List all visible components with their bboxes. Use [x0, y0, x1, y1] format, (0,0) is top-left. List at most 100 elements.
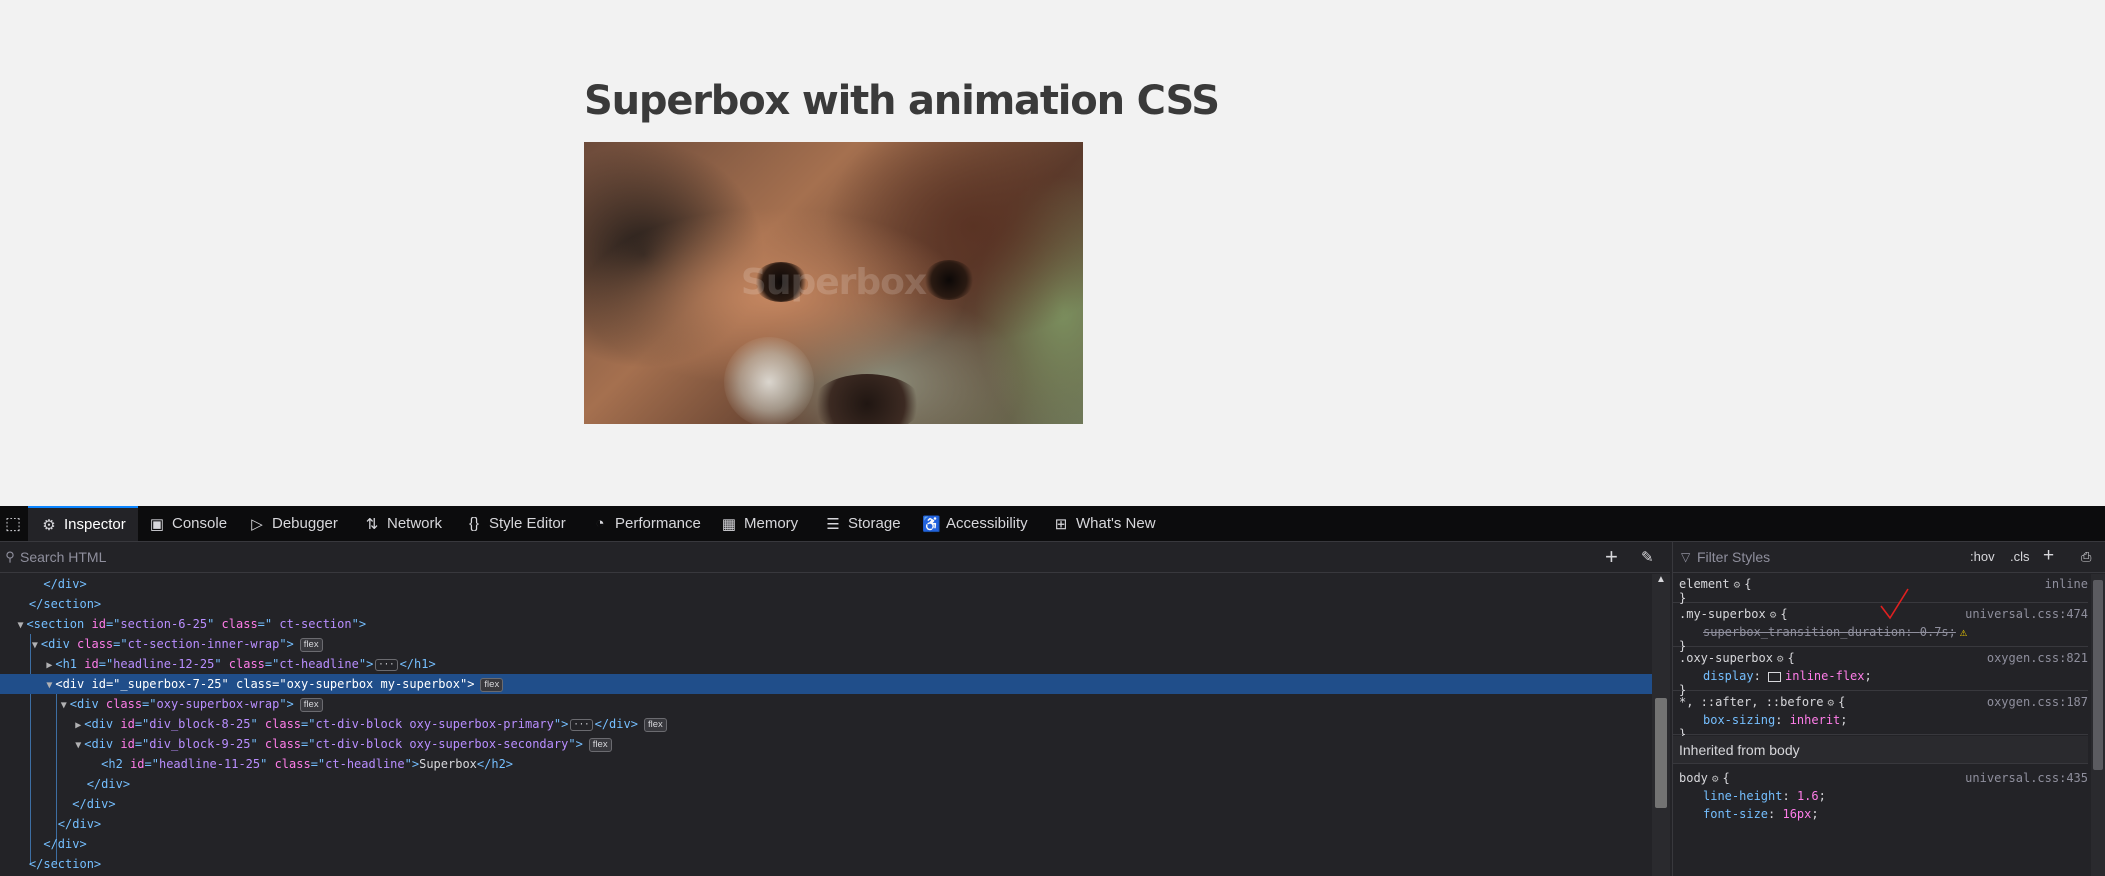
tree-row-selected[interactable]: ▼ <div id="_superbox-7-25" class="oxy-sup…	[0, 674, 1652, 694]
tab-accessibility[interactable]: ♿ Accessibility	[922, 506, 1028, 541]
collapsed-content-icon[interactable]: ···	[570, 718, 593, 731]
tree-row[interactable]: ▼ <div class="ct-section-inner-wrap"> flex	[0, 634, 1652, 654]
rule-source: inline	[2044, 577, 2088, 591]
tree-row[interactable]: ▶ <h1 id="headline-12-25" class="ct-headl…	[0, 654, 1652, 674]
tree-row[interactable]: </div>	[0, 574, 1652, 594]
tab-inspector[interactable]: ⚙ Inspector	[28, 506, 138, 541]
add-rule-icon[interactable]: +	[2043, 545, 2054, 567]
flex-badge[interactable]: flex	[299, 697, 323, 712]
declaration[interactable]: display: inline-flex;	[1703, 666, 1872, 686]
rules-toolbar: ▽ :hov .cls + ⎙	[1673, 542, 2105, 573]
tab-memory[interactable]: ▦ Memory	[720, 506, 798, 541]
rule-body: body ⚙{ universal.css:435 line-height: 1.…	[1673, 766, 2088, 826]
superbox-dog-image[interactable]: Superbox	[584, 142, 1083, 424]
superbox-secondary-text: Superbox	[740, 262, 927, 303]
page-heading: Superbox with animation CSS	[584, 78, 1220, 124]
inspector-icon: ⚙	[42, 516, 56, 534]
console-icon: ▣	[149, 515, 165, 533]
devtools-panel: ⬚ ⚙ Inspector ▣ Console ▷ Debugger ⇅ Network…	[0, 506, 2105, 876]
tree-row[interactable]: ▼ <section id="section-6-25" class=" ct-s…	[0, 614, 1652, 634]
rule-source-link[interactable]: oxygen.css:821	[1987, 648, 2088, 668]
tree-row[interactable]: </section>	[0, 594, 1652, 614]
search-html-input[interactable]	[18, 548, 1582, 566]
tab-network[interactable]: ⇅ Network	[363, 506, 442, 541]
warning-icon[interactable]: ⚠	[1960, 625, 1967, 639]
flower-blur	[724, 337, 814, 424]
rule-oxy-superbox: .oxy-superbox ⚙{ oxygen.css:821 display: …	[1673, 648, 2088, 697]
print-media-icon[interactable]: ⎙	[2081, 549, 2091, 565]
html-tree: </div> </section> ▼ <section id="section-…	[0, 574, 1652, 876]
gear-icon[interactable]: ⚙	[1712, 772, 1719, 785]
tree-row[interactable]: </div>	[0, 774, 1652, 794]
expand-toggle-icon[interactable]: ▶	[43, 656, 55, 676]
tree-row[interactable]: </div>	[0, 794, 1652, 814]
gear-icon[interactable]: ⚙	[1777, 652, 1784, 665]
style-editor-icon: {}	[468, 515, 480, 532]
flexbox-highlighter-icon[interactable]	[1768, 671, 1782, 682]
dog-nose	[812, 374, 922, 424]
expand-toggle-icon[interactable]: ▼	[14, 616, 26, 636]
declaration[interactable]: font-size: 16px;	[1703, 804, 1819, 824]
hov-toggle[interactable]: :hov	[1970, 549, 1995, 564]
tree-row[interactable]: </div>	[0, 814, 1652, 834]
tree-row[interactable]: ▶ <div id="div_block-8-25" class="ct-div-…	[0, 714, 1652, 734]
flex-badge[interactable]: flex	[588, 737, 612, 752]
tab-whats-new[interactable]: ⊞ What's New	[1052, 506, 1156, 541]
tree-row[interactable]: </section>	[0, 854, 1652, 874]
memory-icon: ▦	[721, 515, 737, 533]
expand-toggle-icon[interactable]: ▼	[43, 676, 55, 696]
red-checkmark-annotation	[1880, 588, 1909, 620]
markup-scrollbar[interactable]: ▲	[1652, 574, 1670, 876]
scroll-up-icon[interactable]: ▲	[1652, 574, 1670, 585]
storage-icon: ☰	[826, 515, 840, 533]
add-node-button[interactable]: +	[1605, 546, 1618, 568]
page-viewport: Superbox with animation CSS Superbox	[0, 0, 2105, 506]
performance-icon: ◔	[595, 515, 605, 532]
debugger-icon: ▷	[251, 515, 263, 533]
tree-row[interactable]: <h2 id="headline-11-25" class="ct-headli…	[0, 754, 1652, 774]
rule-my-superbox: .my-superbox ⚙{ universal.css:474 superbo…	[1673, 588, 2088, 653]
gear-icon[interactable]: ⚙	[1770, 608, 1777, 621]
rule-source-link[interactable]: universal.css:435	[1965, 768, 2088, 788]
tree-row[interactable]: ▼ <div id="div_block-9-25" class="ct-div-…	[0, 734, 1652, 754]
scrollbar-thumb[interactable]	[1655, 698, 1667, 808]
rules-pane: ▽ :hov .cls + ⎙ element⚙{ inline } .my-s…	[1672, 542, 2105, 876]
collapsed-content-icon[interactable]: ···	[375, 658, 398, 671]
flex-badge[interactable]: flex	[480, 677, 504, 692]
tree-row[interactable]: </div>	[0, 834, 1652, 854]
flex-badge[interactable]: flex	[299, 637, 323, 652]
filter-styles-input[interactable]	[1695, 548, 1939, 566]
eyedropper-icon[interactable]: ✎	[1641, 548, 1654, 566]
tab-debugger[interactable]: ▷ Debugger	[248, 506, 338, 541]
gear-icon[interactable]: ⚙	[1734, 578, 1741, 591]
declaration[interactable]: box-sizing: inherit;	[1703, 710, 1848, 730]
invalid-declaration[interactable]: superbox_transition_duration: 0.7s; ⚠	[1703, 622, 1967, 642]
rule-universal: *, ::after, ::before ⚙{ oxygen.css:187 bo…	[1673, 692, 2088, 741]
scrollbar-thumb[interactable]	[2093, 580, 2103, 770]
network-icon: ⇅	[365, 515, 379, 533]
declaration[interactable]: line-height: 1.6;	[1703, 786, 1826, 806]
gear-icon[interactable]: ⚙	[1828, 696, 1835, 709]
tab-console[interactable]: ▣ Console	[148, 506, 227, 541]
expand-toggle-icon[interactable]: ▶	[72, 716, 84, 736]
expand-toggle-icon[interactable]: ▼	[58, 696, 70, 716]
filter-icon: ▽	[1681, 550, 1691, 564]
tab-performance[interactable]: ◔ Performance	[591, 506, 700, 541]
rules-scrollbar[interactable]	[2091, 574, 2105, 876]
markup-pane: ⚲ + ✎ </div> </section> ▼<section id="se…	[0, 542, 1670, 876]
element-picker-icon[interactable]: ⬚	[0, 506, 26, 541]
devtools-tab-bar: ⬚ ⚙ Inspector ▣ Console ▷ Debugger ⇅ Network…	[0, 506, 2105, 542]
tab-storage[interactable]: ☰ Storage	[824, 506, 900, 541]
rule-source-link[interactable]: universal.css:474	[1965, 604, 2088, 624]
tree-row[interactable]: ▼ <div class="oxy-superbox-wrap"> flex	[0, 694, 1652, 714]
tab-style-editor[interactable]: {} Style Editor	[465, 506, 566, 541]
flex-badge[interactable]: flex	[643, 717, 667, 732]
expand-toggle-icon[interactable]: ▼	[72, 736, 84, 756]
html-search-bar: ⚲	[0, 542, 1670, 573]
rule-source-link[interactable]: oxygen.css:187	[1987, 692, 2088, 712]
gift-icon: ⊞	[1054, 515, 1068, 533]
cls-toggle[interactable]: .cls	[2010, 549, 2030, 564]
expand-toggle-icon[interactable]: ▼	[29, 636, 41, 656]
inherited-section-header: Inherited from body	[1673, 736, 2088, 764]
search-icon: ⚲	[5, 549, 15, 564]
